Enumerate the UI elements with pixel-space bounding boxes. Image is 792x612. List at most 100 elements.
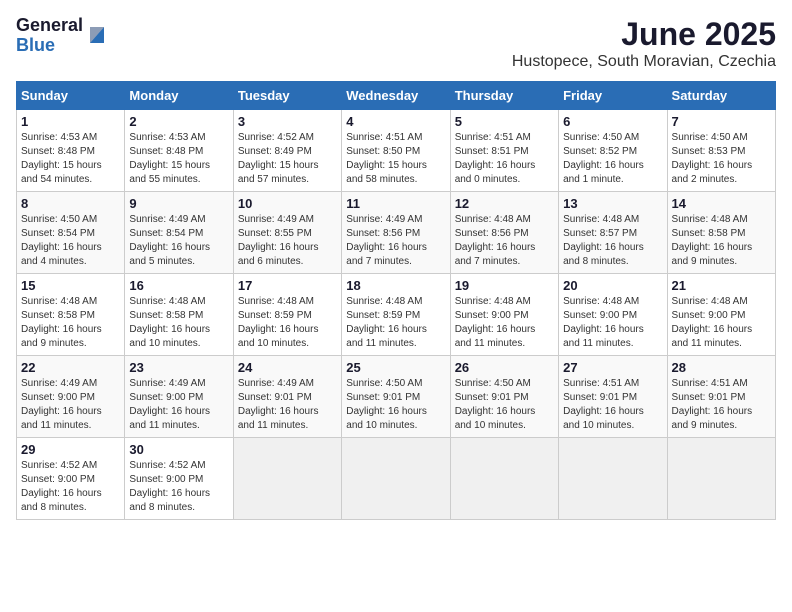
calendar-cell: 9 Sunrise: 4:49 AM Sunset: 8:54 PM Daylig…: [125, 192, 233, 274]
weekday-header: Wednesday: [342, 82, 450, 110]
day-info: Sunrise: 4:50 AM Sunset: 8:53 PM Dayligh…: [672, 131, 771, 187]
calendar-cell: 3Sunrise: 4:52 AM Sunset: 8:49 PM Daylig…: [233, 110, 341, 192]
day-info: Sunrise: 4:51 AM Sunset: 8:51 PM Dayligh…: [455, 131, 554, 187]
day-number: 19: [455, 278, 554, 293]
weekday-header: Thursday: [450, 82, 558, 110]
calendar-cell: 26 Sunrise: 4:50 AM Sunset: 9:01 PM Dayli…: [450, 356, 558, 438]
day-info: Sunrise: 4:48 AM Sunset: 9:00 PM Dayligh…: [563, 295, 662, 351]
calendar-week-row: 8 Sunrise: 4:50 AM Sunset: 8:54 PM Daylig…: [17, 192, 776, 274]
calendar-cell: 28 Sunrise: 4:51 AM Sunset: 9:01 PM Dayli…: [667, 356, 775, 438]
day-info: Sunrise: 4:49 AM Sunset: 8:54 PM Dayligh…: [129, 213, 228, 269]
day-info: Sunrise: 4:52 AM Sunset: 9:00 PM Dayligh…: [21, 459, 120, 515]
calendar-week-row: 1 Sunrise: 4:53 AM Sunset: 8:48 PM Daylig…: [17, 110, 776, 192]
day-number: 12: [455, 196, 554, 211]
calendar-cell: [450, 438, 558, 520]
calendar-cell: 11 Sunrise: 4:49 AM Sunset: 8:56 PM Dayli…: [342, 192, 450, 274]
day-info: Sunrise: 4:52 AM Sunset: 9:00 PM Dayligh…: [129, 459, 228, 515]
calendar-cell: 8 Sunrise: 4:50 AM Sunset: 8:54 PM Daylig…: [17, 192, 125, 274]
calendar-cell: 15 Sunrise: 4:48 AM Sunset: 8:58 PM Dayli…: [17, 274, 125, 356]
logo: General Blue: [16, 16, 108, 56]
calendar-cell: 27 Sunrise: 4:51 AM Sunset: 9:01 PM Dayli…: [559, 356, 667, 438]
calendar-cell: 7 Sunrise: 4:50 AM Sunset: 8:53 PM Daylig…: [667, 110, 775, 192]
day-number: 24: [238, 360, 337, 375]
calendar: SundayMondayTuesdayWednesdayThursdayFrid…: [16, 81, 776, 520]
day-number: 25: [346, 360, 445, 375]
day-number: 2: [129, 114, 228, 129]
calendar-cell: 14 Sunrise: 4:48 AM Sunset: 8:58 PM Dayli…: [667, 192, 775, 274]
day-number: 22: [21, 360, 120, 375]
weekday-header-row: SundayMondayTuesdayWednesdayThursdayFrid…: [17, 82, 776, 110]
calendar-week-row: 22 Sunrise: 4:49 AM Sunset: 9:00 PM Dayli…: [17, 356, 776, 438]
day-info: Sunrise: 4:50 AM Sunset: 8:52 PM Dayligh…: [563, 131, 662, 187]
day-info: Sunrise: 4:48 AM Sunset: 8:59 PM Dayligh…: [346, 295, 445, 351]
day-info: Sunrise: 4:51 AM Sunset: 8:50 PM Dayligh…: [346, 131, 445, 187]
calendar-cell: 6 Sunrise: 4:50 AM Sunset: 8:52 PM Daylig…: [559, 110, 667, 192]
weekday-header: Friday: [559, 82, 667, 110]
day-info: Sunrise: 4:50 AM Sunset: 9:01 PM Dayligh…: [455, 377, 554, 433]
day-info: Sunrise: 4:49 AM Sunset: 9:00 PM Dayligh…: [129, 377, 228, 433]
calendar-cell: 20Sunrise: 4:48 AM Sunset: 9:00 PM Dayli…: [559, 274, 667, 356]
calendar-cell: 13 Sunrise: 4:48 AM Sunset: 8:57 PM Dayli…: [559, 192, 667, 274]
calendar-cell: 16 Sunrise: 4:48 AM Sunset: 8:58 PM Dayli…: [125, 274, 233, 356]
header: General Blue June 2025 Hustopece, South …: [16, 16, 776, 71]
day-info: Sunrise: 4:53 AM Sunset: 8:48 PM Dayligh…: [129, 131, 228, 187]
day-number: 26: [455, 360, 554, 375]
day-number: 23: [129, 360, 228, 375]
day-info: Sunrise: 4:48 AM Sunset: 8:57 PM Dayligh…: [563, 213, 662, 269]
day-info: Sunrise: 4:48 AM Sunset: 8:58 PM Dayligh…: [21, 295, 120, 351]
day-info: Sunrise: 4:51 AM Sunset: 9:01 PM Dayligh…: [563, 377, 662, 433]
day-number: 27: [563, 360, 662, 375]
month-title: June 2025: [512, 16, 776, 53]
day-number: 5: [455, 114, 554, 129]
calendar-cell: 10Sunrise: 4:49 AM Sunset: 8:55 PM Dayli…: [233, 192, 341, 274]
day-number: 11: [346, 196, 445, 211]
calendar-cell: 18 Sunrise: 4:48 AM Sunset: 8:59 PM Dayli…: [342, 274, 450, 356]
calendar-cell: 19 Sunrise: 4:48 AM Sunset: 9:00 PM Dayli…: [450, 274, 558, 356]
calendar-cell: 24 Sunrise: 4:49 AM Sunset: 9:01 PM Dayli…: [233, 356, 341, 438]
subtitle: Hustopece, South Moravian, Czechia: [512, 53, 776, 71]
day-info: Sunrise: 4:52 AM Sunset: 8:49 PM Dayligh…: [238, 131, 337, 187]
day-info: Sunrise: 4:49 AM Sunset: 8:56 PM Dayligh…: [346, 213, 445, 269]
day-number: 13: [563, 196, 662, 211]
day-number: 18: [346, 278, 445, 293]
day-info: Sunrise: 4:48 AM Sunset: 9:00 PM Dayligh…: [455, 295, 554, 351]
day-info: Sunrise: 4:49 AM Sunset: 9:01 PM Dayligh…: [238, 377, 337, 433]
calendar-cell: 21Sunrise: 4:48 AM Sunset: 9:00 PM Dayli…: [667, 274, 775, 356]
day-number: 30: [129, 442, 228, 457]
calendar-cell: 30 Sunrise: 4:52 AM Sunset: 9:00 PM Dayli…: [125, 438, 233, 520]
day-number: 9: [129, 196, 228, 211]
calendar-cell: 22 Sunrise: 4:49 AM Sunset: 9:00 PM Dayli…: [17, 356, 125, 438]
day-info: Sunrise: 4:49 AM Sunset: 9:00 PM Dayligh…: [21, 377, 120, 433]
weekday-header: Tuesday: [233, 82, 341, 110]
day-number: 6: [563, 114, 662, 129]
calendar-cell: 23 Sunrise: 4:49 AM Sunset: 9:00 PM Dayli…: [125, 356, 233, 438]
day-info: Sunrise: 4:48 AM Sunset: 8:59 PM Dayligh…: [238, 295, 337, 351]
day-number: 4: [346, 114, 445, 129]
day-info: Sunrise: 4:50 AM Sunset: 9:01 PM Dayligh…: [346, 377, 445, 433]
day-number: 16: [129, 278, 228, 293]
day-info: Sunrise: 4:51 AM Sunset: 9:01 PM Dayligh…: [672, 377, 771, 433]
calendar-cell: [342, 438, 450, 520]
calendar-cell: 25 Sunrise: 4:50 AM Sunset: 9:01 PM Dayli…: [342, 356, 450, 438]
calendar-cell: 1Sunrise: 4:53 AM Sunset: 8:48 PM Daylig…: [17, 110, 125, 192]
day-info: Sunrise: 4:48 AM Sunset: 8:58 PM Dayligh…: [672, 213, 771, 269]
day-number: 14: [672, 196, 771, 211]
day-info: Sunrise: 4:48 AM Sunset: 9:00 PM Dayligh…: [672, 295, 771, 351]
day-number: 7: [672, 114, 771, 129]
logo-blue: Blue: [16, 36, 83, 56]
day-info: Sunrise: 4:50 AM Sunset: 8:54 PM Dayligh…: [21, 213, 120, 269]
calendar-cell: 4 Sunrise: 4:51 AM Sunset: 8:50 PM Daylig…: [342, 110, 450, 192]
day-number: 15: [21, 278, 120, 293]
calendar-cell: 5 Sunrise: 4:51 AM Sunset: 8:51 PM Daylig…: [450, 110, 558, 192]
day-number: 17: [238, 278, 337, 293]
weekday-header: Saturday: [667, 82, 775, 110]
day-info: Sunrise: 4:48 AM Sunset: 8:58 PM Dayligh…: [129, 295, 228, 351]
day-info: Sunrise: 4:48 AM Sunset: 8:56 PM Dayligh…: [455, 213, 554, 269]
calendar-cell: 2 Sunrise: 4:53 AM Sunset: 8:48 PM Daylig…: [125, 110, 233, 192]
day-number: 8: [21, 196, 120, 211]
day-number: 1: [21, 114, 120, 129]
day-info: Sunrise: 4:49 AM Sunset: 8:55 PM Dayligh…: [238, 213, 337, 269]
calendar-cell: [233, 438, 341, 520]
day-number: 28: [672, 360, 771, 375]
calendar-cell: [667, 438, 775, 520]
